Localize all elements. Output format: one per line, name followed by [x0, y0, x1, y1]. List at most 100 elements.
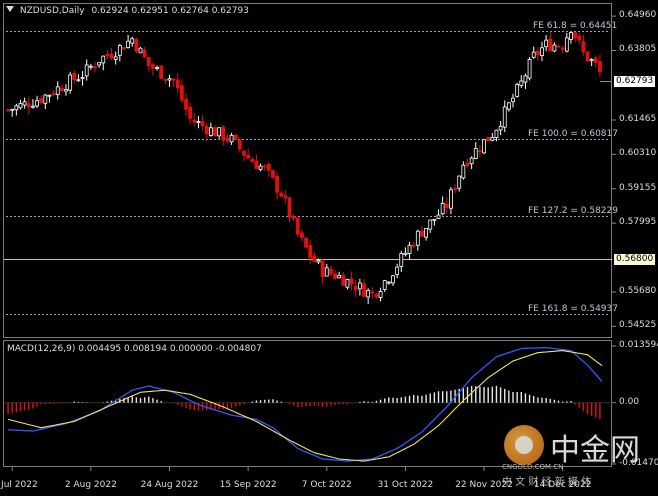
candle-body — [465, 162, 470, 167]
candle-body — [329, 269, 333, 275]
candle-body — [283, 195, 288, 199]
candle-body — [498, 125, 503, 131]
candle-body — [333, 273, 337, 279]
price-tick-label: 0.55680 — [619, 286, 657, 296]
candle-body — [527, 59, 532, 79]
candle-body — [494, 129, 499, 139]
candle-body — [26, 103, 31, 108]
candle-body — [43, 94, 48, 104]
candle-body — [386, 281, 391, 284]
candle-body — [453, 188, 457, 190]
candle-body — [163, 79, 168, 81]
candle-body — [424, 227, 428, 238]
candle-body — [374, 293, 379, 297]
chart-canvas[interactable] — [0, 0, 658, 496]
candle-body — [130, 38, 135, 44]
candle-body — [436, 214, 441, 219]
fib-level-label: FE 61.8 = 0.64451 — [533, 20, 618, 31]
candle-body — [370, 291, 375, 294]
candle-body — [415, 230, 420, 246]
candle-body — [155, 67, 159, 69]
candle-body — [151, 64, 155, 69]
candle-body — [581, 41, 586, 53]
price-tick-label: 0.59155 — [619, 182, 657, 193]
price-tick-label: 0.57995 — [619, 217, 657, 228]
candle-body — [540, 47, 544, 56]
candle-body — [411, 244, 416, 247]
candle-body — [167, 78, 172, 81]
candle-body — [72, 73, 77, 81]
candle-body — [31, 105, 35, 108]
candle-body — [407, 244, 412, 254]
candle-body — [88, 65, 93, 68]
candle-body — [134, 39, 139, 52]
candle-body — [68, 74, 73, 91]
candle-body — [213, 127, 217, 137]
candle-body — [171, 78, 176, 81]
candle-body — [80, 77, 85, 79]
candle-body — [324, 267, 329, 277]
candle-body — [544, 39, 549, 48]
date-tick-label: 15 Sep 2022 — [219, 480, 277, 490]
date-tick-label: 22 Nov 2022 — [455, 480, 513, 490]
candle-body — [486, 137, 491, 141]
candle-body — [97, 62, 102, 66]
candle-body — [577, 35, 582, 41]
candle-body — [511, 97, 515, 103]
candle-body — [258, 165, 263, 170]
candle-body — [535, 50, 540, 56]
date-tick-label: 11 Jul 2022 — [0, 480, 38, 490]
date-tick-label: 2 Aug 2022 — [64, 480, 117, 490]
candle-body — [432, 218, 437, 221]
macd-tick-label: 0.013594 — [619, 340, 658, 350]
candle-body — [531, 51, 536, 58]
candle-body — [51, 93, 56, 95]
candle-body — [200, 121, 205, 127]
candle-body — [184, 98, 188, 110]
candle-body — [225, 137, 230, 141]
candle-body — [59, 87, 64, 92]
candle-body — [353, 285, 358, 291]
candle-body — [585, 51, 590, 62]
candle-body — [366, 290, 371, 298]
watermark-url: CNGOLD.COM.CN — [502, 463, 564, 471]
candle-body — [266, 164, 271, 171]
triangle-down-icon[interactable] — [6, 6, 14, 12]
date-tick-label: 14 Dec 2022 — [533, 480, 592, 490]
candle-body — [262, 165, 267, 168]
candle-body — [403, 252, 408, 255]
candle-body — [560, 47, 565, 50]
candle-body — [254, 160, 259, 169]
candle-body — [113, 56, 118, 60]
candle-body — [589, 59, 594, 62]
date-tick-label: 31 Oct 2022 — [377, 480, 434, 490]
candle-body — [519, 80, 524, 86]
candle-body — [564, 37, 569, 52]
candle-body — [295, 217, 300, 235]
candle-body — [188, 106, 193, 119]
candle-body — [482, 139, 486, 154]
candle-body — [399, 253, 404, 267]
macd-tick-label: -0.014703 — [619, 458, 658, 468]
candle-body — [461, 164, 466, 179]
candle-body — [349, 278, 354, 285]
candle-body — [556, 45, 561, 48]
candle-body — [250, 159, 255, 163]
candle-body — [55, 86, 60, 96]
candle-body — [76, 79, 81, 82]
cngold-logo-icon — [504, 425, 544, 465]
candle-body — [18, 103, 23, 109]
candle-body — [146, 57, 151, 67]
price-tick-label: 0.54525 — [619, 320, 657, 331]
candle-body — [6, 109, 10, 112]
chart-window[interactable]: NZDUSD,Daily 0.62924 0.62951 0.62764 0.6… — [0, 0, 658, 496]
candle-body — [233, 134, 238, 140]
date-tick-label: 24 Aug 2022 — [140, 480, 199, 490]
macd-tick-label: 0.00 — [619, 396, 640, 407]
candle-body — [378, 290, 383, 298]
date-tick-label: 7 Oct 2022 — [301, 480, 352, 490]
candle-body — [548, 38, 553, 52]
fib-level-label: FE 161.8 = 0.54937 — [528, 303, 618, 314]
candle-body — [478, 150, 482, 152]
candle-body — [287, 197, 292, 218]
